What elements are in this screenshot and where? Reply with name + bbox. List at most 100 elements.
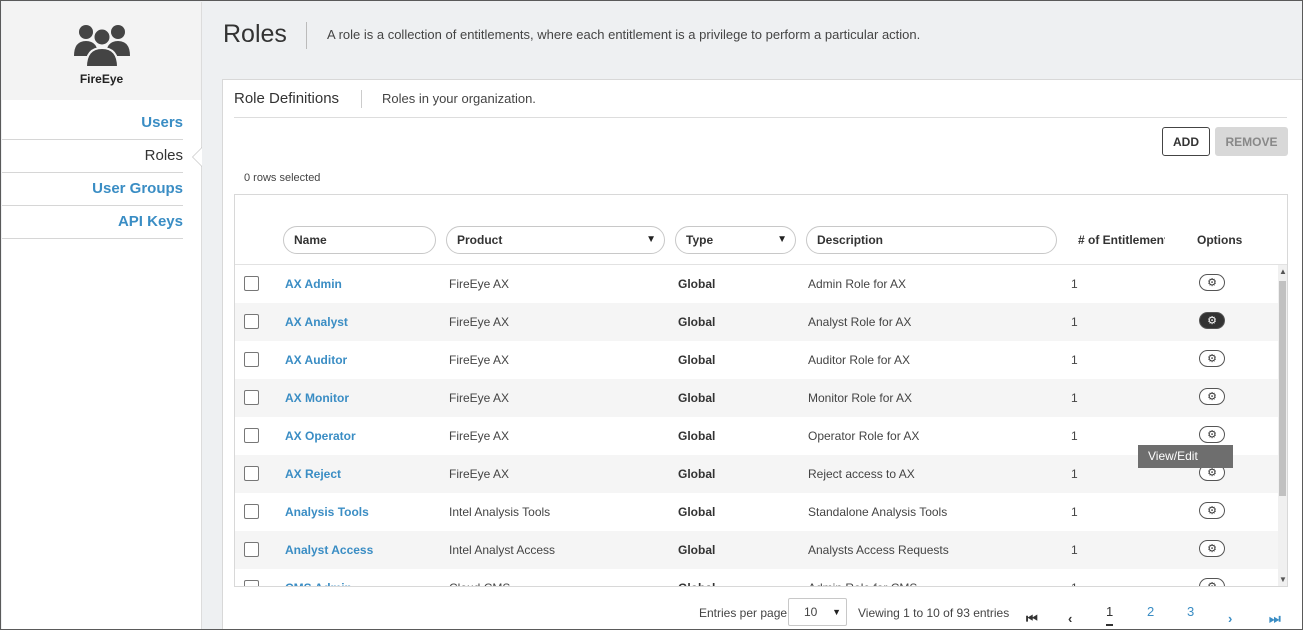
- product-cell: Intel Analysis Tools: [449, 505, 551, 519]
- role-name-link[interactable]: AX Auditor: [285, 353, 347, 367]
- sidebar-item-user-groups[interactable]: User Groups: [2, 173, 183, 206]
- column-header-product: Product: [457, 233, 503, 247]
- last-page-icon[interactable]: ⏭: [1269, 611, 1281, 627]
- options-button[interactable]: ⚙: [1199, 274, 1225, 291]
- options-button[interactable]: ⚙: [1199, 426, 1225, 443]
- options-button[interactable]: ⚙: [1199, 350, 1225, 367]
- divider: [306, 22, 307, 49]
- entitlements-count-cell: 1: [1071, 429, 1078, 443]
- role-name-link[interactable]: AX Admin: [285, 277, 342, 291]
- column-header-name: Name: [294, 233, 327, 247]
- product-cell: Intel Analyst Access: [449, 543, 556, 557]
- sidebar: FireEye Users Roles User Groups API Keys: [2, 2, 202, 629]
- previous-page-icon[interactable]: ‹: [1068, 611, 1072, 626]
- row-checkbox[interactable]: [244, 542, 259, 557]
- role-name-link[interactable]: AX Operator: [285, 429, 356, 443]
- row-checkbox[interactable]: [244, 314, 259, 329]
- remove-button[interactable]: REMOVE: [1215, 127, 1288, 156]
- role-name-link[interactable]: CMS Admin: [285, 581, 352, 586]
- type-cell: Global: [678, 277, 716, 291]
- name-filter-input[interactable]: Name: [283, 226, 436, 254]
- view-edit-tooltip: View/Edit: [1138, 445, 1233, 468]
- table-row: AX Operator FireEye AX Global Operator Role…: [235, 417, 1279, 455]
- entitlements-count-cell: 1: [1071, 391, 1078, 405]
- page-3-link[interactable]: 3: [1187, 604, 1194, 619]
- product-cell: FireEye AX: [449, 277, 510, 291]
- scroll-up-icon[interactable]: ▲: [1279, 267, 1287, 276]
- description-filter-input[interactable]: Description: [806, 226, 1057, 254]
- page-1-link[interactable]: 1: [1106, 604, 1114, 626]
- product-cell: FireEye AX: [449, 391, 510, 405]
- gear-icon: ⚙: [1207, 543, 1217, 555]
- product-cell: FireEye AX: [449, 467, 510, 481]
- sidebar-item-label: Users: [141, 114, 183, 131]
- role-definitions-panel: Role Definitions Roles in your organizat…: [222, 79, 1302, 629]
- entitlements-count-cell: 1: [1071, 277, 1078, 291]
- row-checkbox[interactable]: [244, 276, 259, 291]
- options-button[interactable]: ⚙: [1199, 578, 1225, 586]
- type-cell: Global: [678, 581, 715, 586]
- options-button[interactable]: ⚙: [1199, 388, 1225, 405]
- row-checkbox[interactable]: [244, 580, 259, 586]
- type-filter-select[interactable]: Type ▼: [675, 226, 796, 254]
- role-name-link[interactable]: AX Reject: [285, 467, 341, 481]
- caret-down-icon: ▼: [832, 607, 841, 617]
- entitlements-count-cell: 1: [1071, 467, 1078, 481]
- column-header-options: Options: [1197, 233, 1243, 247]
- row-checkbox[interactable]: [244, 428, 259, 443]
- role-name-link[interactable]: Analysis Tools: [285, 505, 369, 519]
- row-checkbox[interactable]: [244, 504, 259, 519]
- roles-table: Name Product ▼ Type ▼ Description # of Ent…: [234, 194, 1288, 587]
- role-name-link[interactable]: AX Monitor: [285, 391, 349, 405]
- options-button[interactable]: ⚙: [1199, 540, 1225, 557]
- scroll-down-icon[interactable]: ▼: [1279, 575, 1287, 584]
- description-cell: Auditor Role for AX: [808, 353, 911, 367]
- type-cell: Global: [678, 429, 716, 443]
- panel-description: Roles in your organization.: [382, 91, 536, 106]
- role-name-link[interactable]: Analyst Access: [285, 543, 373, 557]
- description-cell: Admin Role for CMS: [808, 581, 917, 586]
- options-button[interactable]: ⚙: [1199, 502, 1225, 519]
- table-row: AX Admin FireEye AX Global Admin Role for A…: [235, 265, 1279, 303]
- add-button[interactable]: ADD: [1162, 127, 1210, 156]
- rows-selected-count: 0 rows selected: [244, 172, 321, 184]
- scrollbar-thumb[interactable]: [1279, 281, 1286, 496]
- entitlements-count-cell: 1: [1071, 505, 1078, 519]
- role-name-link[interactable]: AX Analyst: [285, 315, 348, 329]
- gear-icon: ⚙: [1207, 277, 1217, 289]
- row-checkbox[interactable]: [244, 352, 259, 367]
- sidebar-item-api-keys[interactable]: API Keys: [2, 206, 183, 239]
- entitlements-count-cell: 1: [1071, 543, 1078, 557]
- column-header-type: Type: [686, 233, 714, 247]
- sidebar-item-users[interactable]: Users: [2, 107, 183, 140]
- page-description: A role is a collection of entitlements, …: [327, 27, 921, 42]
- sidebar-item-roles[interactable]: Roles: [2, 140, 202, 173]
- product-filter-select[interactable]: Product ▼: [446, 226, 665, 254]
- page-title: Roles: [223, 20, 287, 48]
- page-2-link[interactable]: 2: [1147, 604, 1154, 619]
- main-content: Roles A role is a collection of entitlem…: [203, 2, 1302, 629]
- table-row: Analysis Tools Intel Analysis Tools Global…: [235, 493, 1279, 531]
- caret-down-icon: ▼: [777, 234, 787, 245]
- description-cell: Operator Role for AX: [808, 429, 920, 443]
- options-button[interactable]: ⚙: [1199, 312, 1225, 329]
- column-header-entitlements[interactable]: # of Entitlements: [1078, 233, 1165, 247]
- entries-per-page-value: 10: [804, 605, 818, 619]
- description-cell: Analysts Access Requests: [808, 543, 949, 557]
- next-page-icon[interactable]: ›: [1228, 611, 1232, 626]
- row-checkbox[interactable]: [244, 390, 259, 405]
- row-checkbox[interactable]: [244, 466, 259, 481]
- product-cell: Cloud CMS: [449, 581, 510, 586]
- caret-down-icon: ▼: [646, 234, 656, 245]
- gear-icon: ⚙: [1207, 505, 1217, 517]
- table-row: CMS Admin Cloud CMS Global Admin Role for C…: [235, 569, 1279, 586]
- type-cell: Global: [678, 391, 716, 405]
- description-cell: Admin Role for AX: [808, 277, 907, 291]
- product-cell: FireEye AX: [449, 429, 510, 443]
- entitlements-count-cell: 1: [1071, 353, 1078, 367]
- entries-per-page-select[interactable]: 10 ▼: [788, 598, 847, 626]
- table-scrollbar[interactable]: ▲ ▼: [1278, 265, 1287, 586]
- divider: [234, 117, 1287, 118]
- description-cell: Monitor Role for AX: [808, 391, 913, 405]
- first-page-icon[interactable]: ⏮: [1026, 611, 1038, 627]
